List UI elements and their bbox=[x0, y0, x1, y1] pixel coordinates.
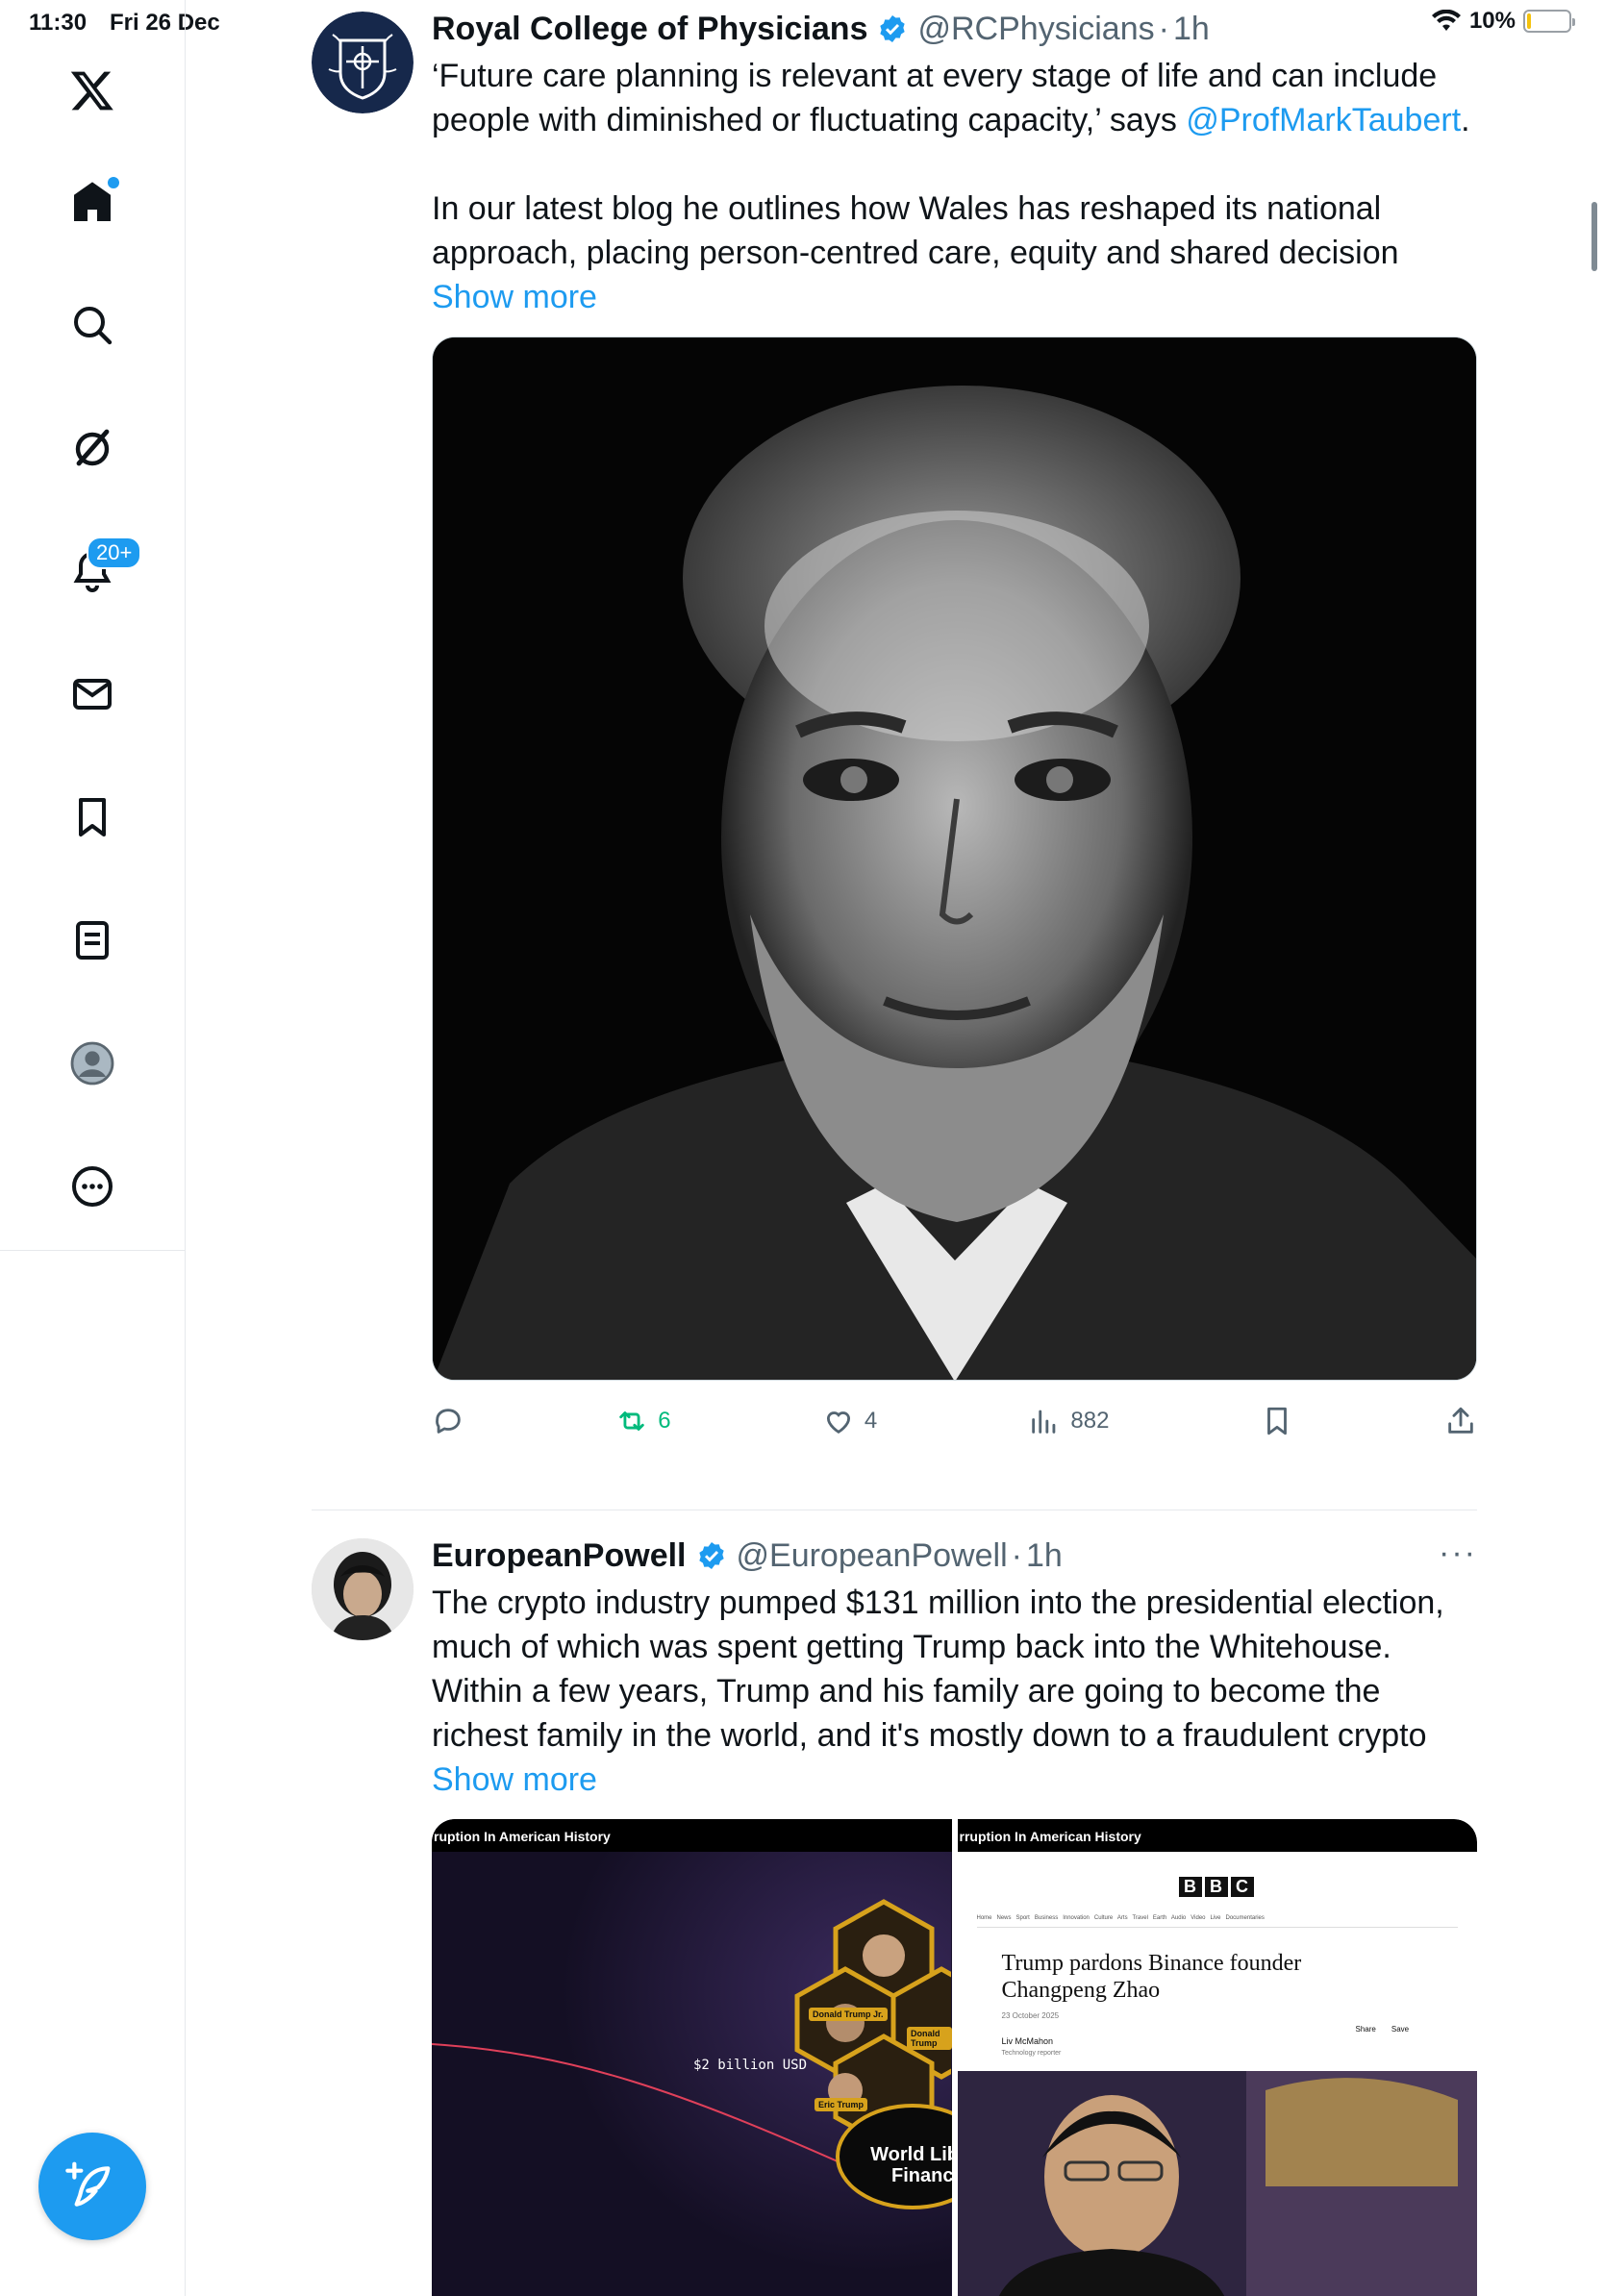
author-name[interactable]: EuropeanPowell bbox=[432, 1537, 687, 1575]
share-button[interactable] bbox=[1444, 1405, 1477, 1437]
bbc-logo-letter: B bbox=[1178, 1877, 1202, 1897]
bbc-logo: B B C bbox=[1178, 1877, 1254, 1897]
tweet-text-part: In our latest blog he outlines how Wales… bbox=[432, 190, 1399, 271]
like-button[interactable]: 4 bbox=[822, 1405, 877, 1437]
author-handle[interactable]: @EuropeanPowell bbox=[737, 1537, 1008, 1575]
notifications-bell-icon[interactable]: 20+ bbox=[62, 537, 142, 602]
view-count: 882 bbox=[1070, 1408, 1110, 1434]
like-count: 4 bbox=[864, 1408, 878, 1434]
post-time[interactable]: 1h bbox=[1026, 1537, 1063, 1575]
video-banner: rruption In American History bbox=[957, 1819, 1477, 1852]
retweet-count: 6 bbox=[658, 1408, 671, 1434]
article-photo bbox=[957, 2071, 1477, 2296]
bookmark-icon bbox=[1266, 1407, 1287, 1435]
profile-avatar-icon[interactable] bbox=[62, 1033, 123, 1094]
tweet-text: The crypto industry pumped $131 million … bbox=[432, 1581, 1477, 1802]
compose-post-button[interactable] bbox=[38, 2133, 146, 2240]
retweet-button[interactable]: 6 bbox=[615, 1405, 671, 1437]
tweet-rcp[interactable]: Royal College of Physicians @RCPhysician… bbox=[312, 8, 1477, 1508]
post-time[interactable]: 1h bbox=[1173, 11, 1210, 48]
amount-label: $2 billion USD bbox=[693, 2058, 808, 2073]
tweet-europeanpowell[interactable]: EuropeanPowell @EuropeanPowell · 1h ··· … bbox=[312, 1535, 1477, 2296]
views-button[interactable]: 882 bbox=[1028, 1405, 1109, 1437]
compose-feather-icon bbox=[65, 2161, 111, 2207]
article-headline: Trump pardons Binance founder Changpeng … bbox=[1001, 1951, 1302, 2003]
rcp-crest-logo bbox=[312, 12, 414, 113]
article-author-role: Technology reporter bbox=[1001, 2050, 1062, 2057]
reply-button[interactable] bbox=[432, 1405, 464, 1437]
retweet-icon bbox=[619, 1411, 644, 1431]
bookmark-button[interactable] bbox=[1261, 1405, 1293, 1437]
new-posts-dot bbox=[108, 177, 119, 188]
share-upload-icon bbox=[1448, 1407, 1473, 1434]
bookmark-icon[interactable] bbox=[62, 786, 123, 848]
person-badge: Eric Trump bbox=[815, 2098, 868, 2111]
bbc-logo-letter: B bbox=[1204, 1877, 1228, 1897]
avatar-europeanpowell[interactable] bbox=[312, 1538, 414, 1640]
home-icon[interactable] bbox=[62, 171, 123, 233]
sidebar-divider bbox=[0, 1250, 186, 1251]
bbc-nav: Home News Sport Business Innovation Cult… bbox=[976, 1915, 1458, 1928]
tweet-photo[interactable] bbox=[432, 337, 1477, 1381]
video-banner: ruption In American History bbox=[432, 1819, 952, 1852]
tweet-text: ‘Future care planning is relevant at eve… bbox=[432, 54, 1477, 319]
person-badge: Donald Trump Jr. bbox=[809, 2008, 888, 2021]
media-image-right[interactable]: rruption In American History B B C Home … bbox=[957, 1819, 1477, 2296]
views-bar-chart-icon bbox=[1032, 1410, 1056, 1434]
scroll-thumb[interactable] bbox=[1591, 202, 1597, 271]
author-handle[interactable]: @RCPhysicians bbox=[917, 11, 1154, 48]
article-author: Liv McMahon bbox=[1001, 2036, 1054, 2046]
notifications-badge: 20+ bbox=[87, 537, 142, 569]
reply-bubble-icon bbox=[436, 1409, 461, 1434]
messages-envelope-icon[interactable] bbox=[62, 663, 123, 725]
tweet-text-period: . bbox=[1461, 102, 1470, 138]
show-more-link[interactable]: Show more bbox=[432, 1761, 597, 1798]
tweet-header: EuropeanPowell @EuropeanPowell · 1h ··· bbox=[432, 1535, 1477, 1577]
tweet-text-part: The crypto industry pumped $131 million … bbox=[432, 1585, 1444, 1754]
verified-badge-icon bbox=[698, 1542, 724, 1569]
x-logo-icon[interactable] bbox=[62, 60, 123, 121]
author-name[interactable]: Royal College of Physicians bbox=[432, 11, 867, 48]
more-options-icon[interactable] bbox=[62, 1156, 123, 1217]
article-actions: Share Save bbox=[1356, 2025, 1410, 2034]
sidebar: 20+ bbox=[0, 0, 186, 2296]
portrait-photo bbox=[433, 337, 1476, 1380]
tweet-actions: 6 4 882 bbox=[432, 1381, 1477, 1461]
article-date: 23 October 2025 bbox=[1001, 2011, 1060, 2020]
mention-link[interactable]: @ProfMarkTaubert bbox=[1186, 102, 1461, 138]
bbc-logo-letter: C bbox=[1230, 1877, 1254, 1897]
more-options-button[interactable]: ··· bbox=[1439, 1535, 1477, 1572]
separator-dot: · bbox=[1011, 1536, 1022, 1574]
verified-badge-icon bbox=[880, 15, 906, 42]
europeanpowell-avatar-photo bbox=[312, 1538, 414, 1640]
search-icon[interactable] bbox=[62, 294, 123, 356]
media-image-left[interactable]: ruption In American History $2 billion U… bbox=[432, 1819, 952, 2296]
article-share: Share bbox=[1355, 2025, 1376, 2034]
crypto-diagram-graphic bbox=[432, 1852, 951, 2296]
lists-icon[interactable] bbox=[62, 910, 123, 971]
tweet-media-grid: ruption In American History $2 billion U… bbox=[432, 1819, 1477, 2296]
article-save: Save bbox=[1391, 2025, 1410, 2034]
brand-label: World Lib Financi bbox=[870, 2144, 952, 2186]
tweet-header: Royal College of Physicians @RCPhysician… bbox=[432, 8, 1477, 50]
grok-icon[interactable] bbox=[62, 417, 123, 479]
heart-icon bbox=[826, 1411, 850, 1434]
battery-icon bbox=[1523, 10, 1575, 33]
avatar-rcp[interactable] bbox=[312, 12, 414, 113]
separator-dot: · bbox=[1158, 10, 1169, 47]
show-more-link[interactable]: Show more bbox=[432, 279, 597, 315]
person-badge: Donald Trump bbox=[907, 2027, 952, 2050]
